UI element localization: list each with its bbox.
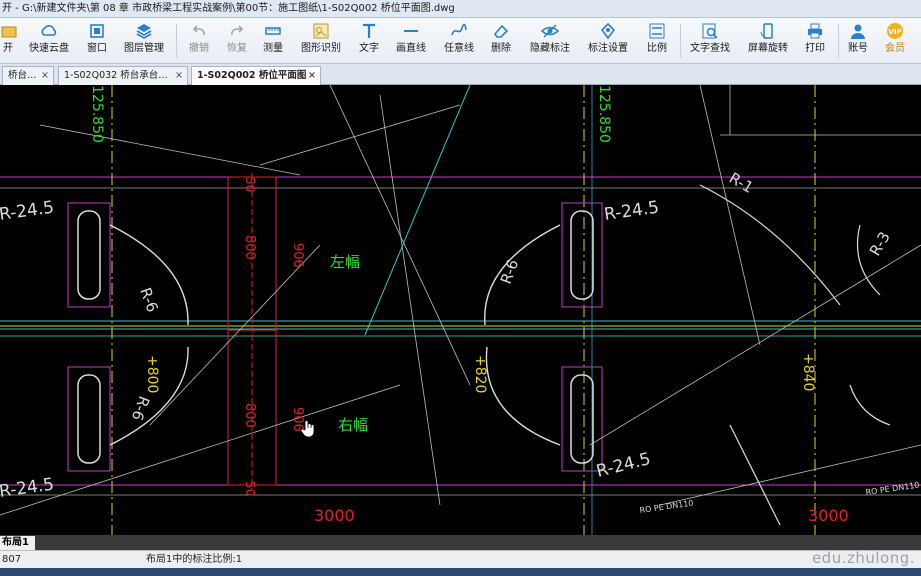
shape-recognition-button[interactable]: 图形识别 xyxy=(298,20,344,62)
cloud-icon xyxy=(41,25,57,36)
layers-icon xyxy=(136,24,152,39)
window-button[interactable]: 窗口 xyxy=(82,20,112,62)
text-search-button[interactable]: 文字查找 xyxy=(686,20,734,62)
status-bar: 807 布局1中的标注比例:1 xyxy=(0,550,921,568)
account-icon xyxy=(851,24,865,39)
document-tabs: 桥台… × 1-S02Q032 桥台承台… × 1-S02Q002 桥位平面图 × xyxy=(0,64,921,85)
delete-button[interactable]: 删除 xyxy=(486,20,516,62)
rotate-screen-icon xyxy=(760,23,773,39)
dimension-label: 800 xyxy=(242,235,257,260)
dimension-label: 3000 xyxy=(314,506,355,525)
freehand-icon xyxy=(451,23,467,36)
dimension-label: 906 xyxy=(290,243,305,268)
radius-label: R-24.5 xyxy=(0,197,55,224)
close-icon[interactable]: × xyxy=(308,67,316,84)
redo-icon xyxy=(231,25,244,36)
redo-button[interactable]: 恢复 xyxy=(222,20,252,62)
main-toolbar: 开 快速云盘 窗口 图层管理 撤销 恢复 测量 图形识别 文字 画直线 任意线 xyxy=(0,18,921,64)
shape-recognition-icon xyxy=(313,23,329,39)
dimension-label: 3000 xyxy=(808,506,849,525)
svg-text:VIP: VIP xyxy=(888,28,901,36)
hide-annotation-button[interactable]: 隐藏标注 xyxy=(526,20,574,62)
undo-button[interactable]: 撤销 xyxy=(184,20,214,62)
radius-label: R-24.5 xyxy=(594,449,652,482)
tab-bridge-plan[interactable]: 1-S02Q002 桥位平面图 × xyxy=(191,66,321,85)
tab-abutment-cap[interactable]: 1-S02Q032 桥台承台… × xyxy=(58,66,188,85)
toolbar-separator xyxy=(680,24,681,58)
status-left: 807 xyxy=(2,554,22,565)
cad-drawing: R-24.5 R-24.5 R-24.5 R-24.5 R-6 R-6 R-6 … xyxy=(0,85,921,535)
draw-line-button[interactable]: 画直线 xyxy=(392,20,430,62)
elevation-label: +820 xyxy=(472,355,488,393)
station-label: 125.850 xyxy=(596,85,612,143)
station-label: 125.850 xyxy=(89,85,105,143)
scale-icon xyxy=(649,23,665,39)
radius-label: R-6 xyxy=(128,394,153,423)
text-button[interactable]: 文字 xyxy=(354,20,384,62)
measure-button[interactable]: 测量 xyxy=(258,20,288,62)
watermark: edu.zhulong. xyxy=(811,549,915,567)
freehand-line-button[interactable]: 任意线 xyxy=(440,20,478,62)
status-message: 布局1中的标注比例:1 xyxy=(146,554,243,565)
text-search-icon xyxy=(702,23,718,39)
eye-icon xyxy=(541,24,559,38)
undo-icon xyxy=(192,25,205,36)
radius-label: R-3 xyxy=(866,229,894,259)
account-button[interactable]: 账号 xyxy=(844,20,872,62)
window-title: 开 - G:\新建文件夹\第 08 章 市政桥梁工程实战案例\第00节：施工图纸… xyxy=(0,0,921,18)
open-icon xyxy=(1,26,17,38)
radius-label: R-1 xyxy=(726,169,756,197)
layer-manager-button[interactable]: 图层管理 xyxy=(120,20,168,62)
tab-layout1[interactable]: 布局1 xyxy=(0,536,35,550)
line-icon xyxy=(404,30,418,32)
radius-label: R-6 xyxy=(497,257,522,286)
eraser-icon xyxy=(493,24,509,38)
cloud-drive-button[interactable]: 快速云盘 xyxy=(26,20,72,62)
dimension-label: 800 xyxy=(242,403,257,428)
close-icon[interactable]: × xyxy=(41,67,49,84)
radius-label: R-6 xyxy=(136,285,161,314)
open-button[interactable]: 开 xyxy=(0,20,17,62)
layout-tabs: 布局1 xyxy=(0,535,921,550)
drawing-canvas[interactable]: R-24.5 R-24.5 R-24.5 R-24.5 R-6 R-6 R-6 … xyxy=(0,85,921,535)
right-width-label: 右幅 xyxy=(338,416,368,434)
vip-button[interactable]: VIP 会员 xyxy=(880,20,910,62)
measure-icon xyxy=(265,27,281,35)
pipe-label: RO PE DN110 xyxy=(639,499,694,515)
elevation-label: +840 xyxy=(800,353,816,391)
toolbar-separator xyxy=(176,24,177,58)
taskbar xyxy=(0,568,921,576)
toolbar-separator xyxy=(838,24,839,58)
annotation-settings-button[interactable]: 标注设置 xyxy=(584,20,632,62)
left-width-label: 左幅 xyxy=(330,253,360,271)
dimension-label: 50 xyxy=(243,481,257,496)
tab-bridge-abutment[interactable]: 桥台… × xyxy=(2,66,54,85)
elevation-label: +800 xyxy=(144,355,160,393)
radius-label: R-24.5 xyxy=(603,197,660,224)
vip-icon: VIP xyxy=(887,23,903,39)
radius-label: R-24.5 xyxy=(0,474,55,501)
dimension-label: 50 xyxy=(243,177,257,192)
print-icon xyxy=(808,23,822,39)
annotation-settings-icon xyxy=(600,22,616,40)
print-button[interactable]: 打印 xyxy=(800,20,830,62)
rotate-screen-button[interactable]: 屏幕旋转 xyxy=(744,20,792,62)
text-icon xyxy=(363,23,375,38)
window-icon xyxy=(90,24,104,38)
dimension-label: 906 xyxy=(290,407,305,432)
close-icon[interactable]: × xyxy=(175,67,183,84)
scale-button[interactable]: 比例 xyxy=(642,20,672,62)
